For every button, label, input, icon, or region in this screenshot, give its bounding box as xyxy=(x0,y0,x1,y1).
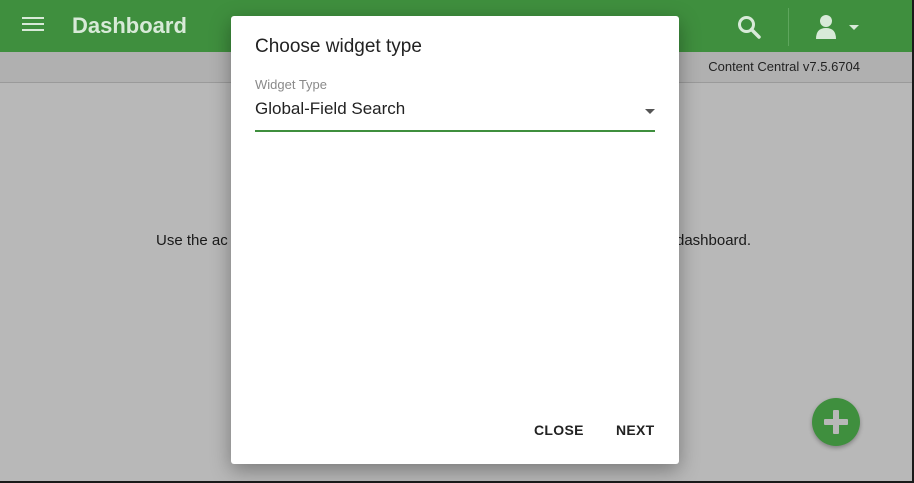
dialog-title: Choose widget type xyxy=(255,36,422,57)
widget-type-select[interactable]: Global-Field Search xyxy=(255,98,655,132)
empty-dashboard-hint-end: dashboard. xyxy=(676,232,752,249)
add-widget-button[interactable] xyxy=(812,398,860,446)
search-icon[interactable] xyxy=(736,14,762,40)
page-title: Dashboard xyxy=(72,13,187,38)
appbar-divider xyxy=(788,8,789,46)
user-menu-button[interactable] xyxy=(814,14,864,40)
choose-widget-dialog: Choose widget type Widget Type Global-Fi… xyxy=(231,16,679,464)
empty-dashboard-hint: Use the ac xyxy=(156,232,228,249)
widget-type-label: Widget Type xyxy=(255,77,328,92)
app-window: Dashboard Content Central v7.5.6704 Use … xyxy=(0,0,914,483)
dropdown-arrow-icon xyxy=(645,109,655,114)
dialog-actions: CLOSE NEXT xyxy=(231,422,679,446)
widget-type-value: Global-Field Search xyxy=(255,99,406,118)
chevron-down-icon xyxy=(849,25,859,30)
user-icon xyxy=(816,15,836,39)
close-button[interactable]: CLOSE xyxy=(534,422,584,438)
next-button[interactable]: NEXT xyxy=(616,422,655,438)
version-label: Content Central v7.5.6704 xyxy=(708,59,860,74)
menu-icon[interactable] xyxy=(22,17,44,35)
